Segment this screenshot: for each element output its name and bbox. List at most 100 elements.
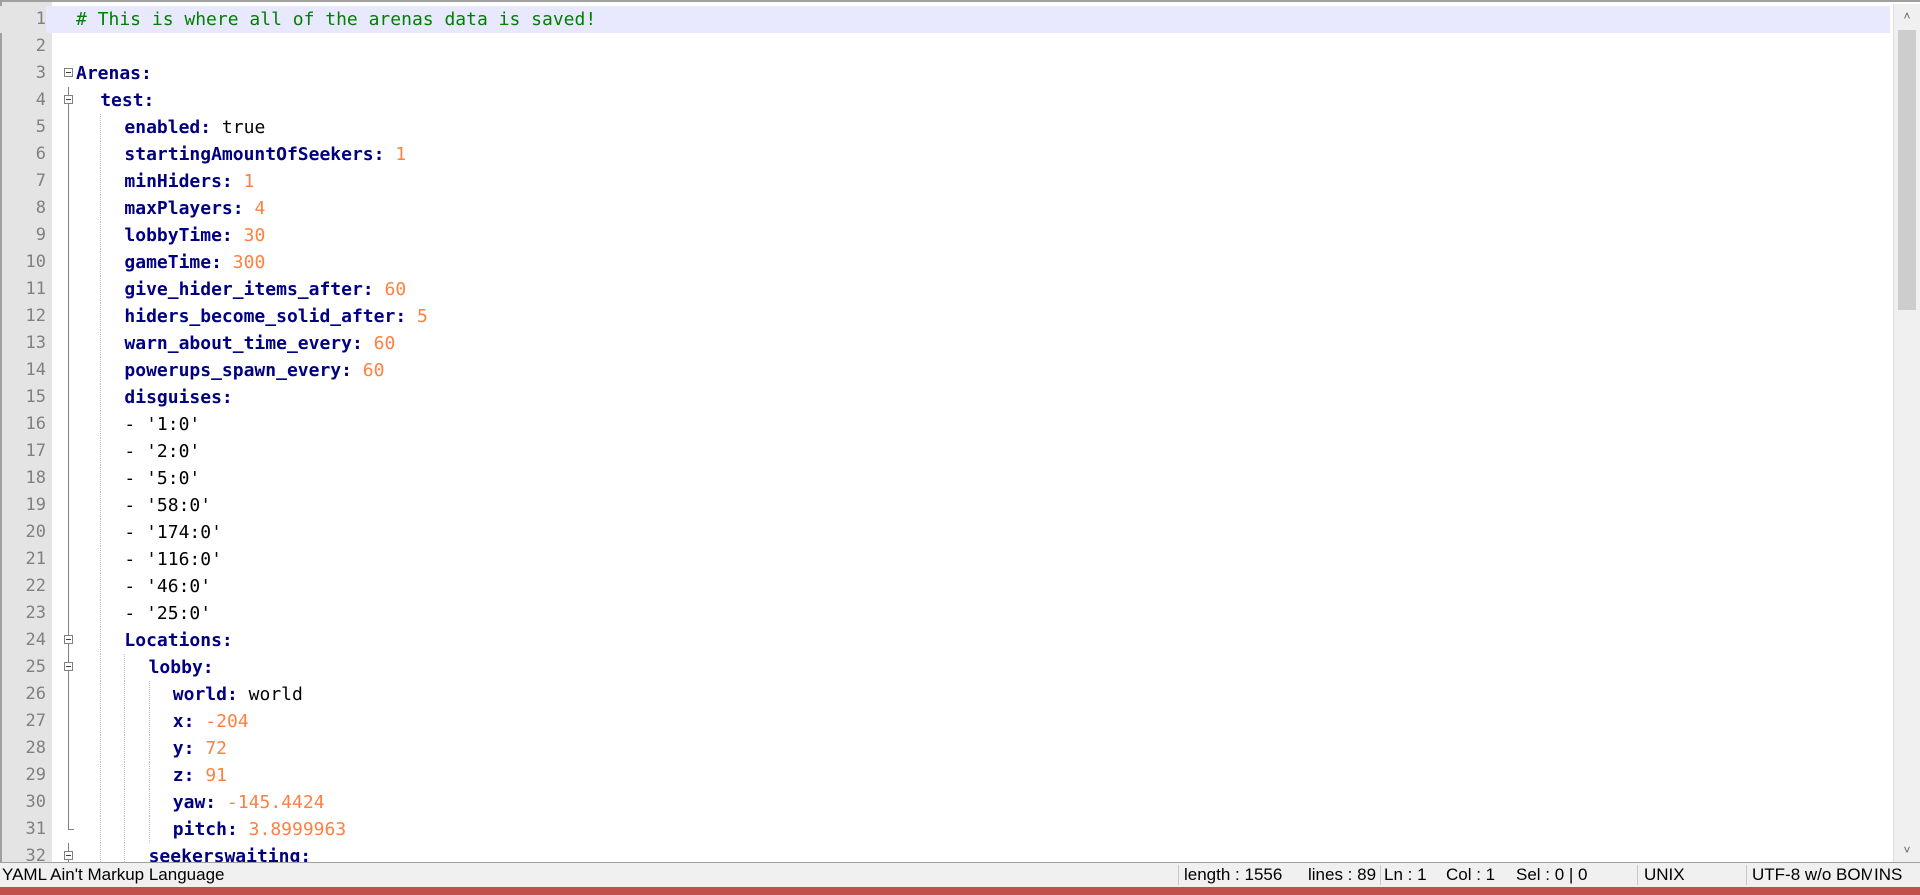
indent-guide bbox=[100, 438, 102, 465]
status-sel: Sel : 0 | 0 bbox=[1516, 865, 1588, 884]
code-line[interactable]: 1 # This is where all of the arenas data … bbox=[0, 6, 1890, 33]
code-line[interactable]: 4 test: bbox=[0, 87, 1890, 114]
code-text[interactable]: x: -204 bbox=[173, 708, 249, 735]
code-line[interactable]: 19 - '58:0' bbox=[0, 492, 1890, 519]
code-text[interactable]: - '2:0' bbox=[124, 438, 200, 465]
code-line[interactable]: 21 - '116:0' bbox=[0, 546, 1890, 573]
line-number: 11 bbox=[25, 279, 46, 299]
code-line[interactable]: 16 - '1:0' bbox=[0, 411, 1890, 438]
code-text[interactable]: give_hider_items_after: 60 bbox=[124, 276, 406, 303]
code-text[interactable]: gameTime: 300 bbox=[124, 249, 265, 276]
code-text[interactable]: Arenas: bbox=[76, 60, 152, 87]
code-line[interactable]: 26 world: world bbox=[0, 681, 1890, 708]
code-text[interactable]: hiders_become_solid_after: 5 bbox=[124, 303, 427, 330]
code-text[interactable]: # This is where all of the arenas data i… bbox=[76, 6, 596, 33]
token-num: 91 bbox=[194, 765, 227, 786]
code-line[interactable]: 23 - '25:0' bbox=[0, 600, 1890, 627]
code-text[interactable]: - '174:0' bbox=[124, 519, 222, 546]
code-text[interactable]: minHiders: 1 bbox=[124, 168, 254, 195]
code-text[interactable]: pitch: 3.8999963 bbox=[173, 816, 346, 843]
code-line[interactable]: 12 hiders_become_solid_after: 5 bbox=[0, 303, 1890, 330]
code-text[interactable]: disguises: bbox=[124, 384, 232, 411]
code-text[interactable]: lobby: bbox=[149, 654, 214, 681]
code-line[interactable]: 2 bbox=[0, 33, 1890, 60]
status-mode[interactable]: INS bbox=[1874, 863, 1918, 887]
code-line[interactable]: 15 disguises: bbox=[0, 384, 1890, 411]
token-key: yaw: bbox=[172, 792, 217, 813]
code-text[interactable]: startingAmountOfSeekers: 1 bbox=[124, 141, 406, 168]
code-line[interactable]: 22 - '46:0' bbox=[0, 573, 1890, 600]
code-text[interactable]: test: bbox=[100, 87, 154, 114]
status-eol[interactable]: UNIX bbox=[1644, 863, 1744, 887]
code-text[interactable]: enabled: true bbox=[124, 114, 265, 141]
token-dash: - bbox=[124, 441, 147, 462]
code-text[interactable]: yaw: -145.4424 bbox=[173, 789, 325, 816]
code-line[interactable]: 20 - '174:0' bbox=[0, 519, 1890, 546]
code-text[interactable]: - '46:0' bbox=[124, 573, 211, 600]
code-line[interactable]: 27 x: -204 bbox=[0, 708, 1890, 735]
status-encoding[interactable]: UTF-8 w/o BOM bbox=[1752, 863, 1872, 887]
code-text[interactable]: - '5:0' bbox=[124, 465, 200, 492]
code-text[interactable]: - '1:0' bbox=[124, 411, 200, 438]
code-text[interactable]: - '116:0' bbox=[124, 546, 222, 573]
code-text[interactable]: - '58:0' bbox=[124, 492, 211, 519]
code-line[interactable]: 5 enabled: true bbox=[0, 114, 1890, 141]
scrollbar-thumb[interactable] bbox=[1898, 30, 1916, 310]
code-line[interactable]: 11 give_hider_items_after: 60 bbox=[0, 276, 1890, 303]
code-line[interactable]: 32 seekerswaiting: bbox=[0, 843, 1890, 862]
code-line[interactable]: 25 lobby: bbox=[0, 654, 1890, 681]
code-line[interactable]: 10 gameTime: 300 bbox=[0, 249, 1890, 276]
code-text[interactable]: world: world bbox=[173, 681, 303, 708]
indent-guide bbox=[100, 816, 102, 843]
code-line[interactable]: 31 pitch: 3.8999963 bbox=[0, 816, 1890, 843]
code-line[interactable]: 7 minHiders: 1 bbox=[0, 168, 1890, 195]
code-line[interactable]: 18 - '5:0' bbox=[0, 465, 1890, 492]
indent-guide bbox=[124, 762, 126, 789]
code-text[interactable]: Locations: bbox=[124, 627, 232, 654]
code-line[interactable]: 29 z: 91 bbox=[0, 762, 1890, 789]
code-line[interactable]: 13 warn_about_time_every: 60 bbox=[0, 330, 1890, 357]
token-dash: - bbox=[124, 549, 147, 570]
indent-guide bbox=[100, 411, 102, 438]
code-line[interactable]: 30 yaw: -145.4424 bbox=[0, 789, 1890, 816]
scroll-up-arrow-icon[interactable]: ˄ bbox=[1894, 4, 1920, 28]
code-text[interactable]: warn_about_time_every: 60 bbox=[124, 330, 395, 357]
fold-guide-line bbox=[68, 573, 69, 600]
token-key: lobbyTime: bbox=[124, 225, 233, 246]
fold-collapse-icon[interactable] bbox=[64, 851, 73, 860]
code-text[interactable]: seekerswaiting: bbox=[149, 843, 312, 862]
fold-collapse-icon[interactable] bbox=[64, 662, 73, 671]
indent-guide bbox=[124, 681, 126, 708]
token-num: 5 bbox=[406, 306, 428, 327]
code-line[interactable]: 28 y: 72 bbox=[0, 735, 1890, 762]
fold-collapse-icon[interactable] bbox=[64, 635, 73, 644]
indent-guide bbox=[100, 573, 102, 600]
code-text[interactable]: z: 91 bbox=[173, 762, 227, 789]
text-editor[interactable]: 1 # This is where all of the arenas data … bbox=[0, 0, 1920, 862]
vertical-scrollbar[interactable]: ˄ ˅ bbox=[1893, 4, 1920, 862]
scroll-down-arrow-icon[interactable]: ˅ bbox=[1894, 838, 1920, 862]
code-line[interactable]: 9 lobbyTime: 30 bbox=[0, 222, 1890, 249]
token-key: hiders_become_solid_after: bbox=[124, 306, 407, 327]
code-line[interactable]: 8 maxPlayers: 4 bbox=[0, 195, 1890, 222]
fold-collapse-icon[interactable] bbox=[64, 68, 73, 77]
code-text[interactable]: - '25:0' bbox=[124, 600, 211, 627]
line-number: 19 bbox=[25, 495, 46, 515]
status-length: length : 1556 bbox=[1184, 865, 1283, 884]
code-text[interactable]: y: 72 bbox=[173, 735, 227, 762]
code-line[interactable]: 17 - '2:0' bbox=[0, 438, 1890, 465]
token-key: pitch: bbox=[172, 819, 238, 840]
token-key: x: bbox=[172, 711, 195, 732]
code-lines[interactable]: 1 # This is where all of the arenas data … bbox=[0, 6, 1890, 862]
code-text[interactable]: maxPlayers: 4 bbox=[124, 195, 265, 222]
fold-collapse-icon[interactable] bbox=[64, 95, 73, 104]
token-num: 1 bbox=[232, 171, 255, 192]
code-text[interactable]: powerups_spawn_every: 60 bbox=[124, 357, 384, 384]
indent-guide bbox=[148, 708, 151, 735]
code-text[interactable]: lobbyTime: 30 bbox=[124, 222, 265, 249]
indent-guide bbox=[100, 276, 102, 303]
code-line[interactable]: 24 Locations: bbox=[0, 627, 1890, 654]
code-line[interactable]: 14 powerups_spawn_every: 60 bbox=[0, 357, 1890, 384]
code-line[interactable]: 6 startingAmountOfSeekers: 1 bbox=[0, 141, 1890, 168]
code-line[interactable]: 3 Arenas: bbox=[0, 60, 1890, 87]
